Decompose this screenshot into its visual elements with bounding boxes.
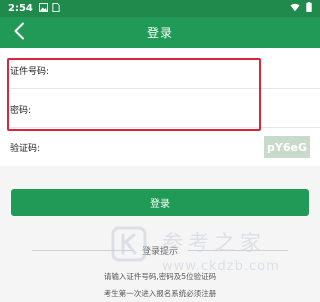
captcha-row: 验证码: pY6eG [10, 131, 310, 163]
status-right-icons [290, 2, 312, 15]
battery-icon [306, 2, 312, 15]
captcha-label: 验证码: [10, 143, 41, 154]
captcha-image[interactable]: pY6eG [264, 136, 310, 158]
login-button[interactable]: 登录 [11, 189, 309, 216]
status-time: 2:54 [8, 3, 33, 14]
tip-line: 请输入证件号码,密码及5位验证码 [103, 272, 217, 281]
back-button[interactable] [8, 21, 30, 43]
status-left-icons [38, 2, 60, 15]
app-bar: 登录 [0, 17, 320, 48]
image-icon [38, 2, 48, 15]
tip-line: 考生第一次进入报名系统必须注册 [103, 289, 217, 298]
login-tips: 登录提示 请输入证件号码,密码及5位验证码 考生第一次进入报名系统必须注册 [0, 239, 320, 302]
highlight-box [7, 58, 261, 131]
divider [188, 250, 288, 251]
chevron-left-icon [13, 22, 25, 43]
divider [31, 250, 132, 251]
captcha-input[interactable] [44, 136, 264, 158]
sim-card-icon [52, 2, 60, 15]
status-bar: 2:54 [0, 0, 320, 17]
page-title: 登录 [146, 26, 173, 40]
tips-title: 登录提示 [141, 247, 178, 257]
login-screen: 2:54 登录 证件号码: 密码: 验证码: pY6eG 登录 登录提示 请输入… [0, 0, 320, 302]
tips-heading: 登录提示 [0, 244, 320, 257]
wifi-icon [290, 3, 300, 15]
